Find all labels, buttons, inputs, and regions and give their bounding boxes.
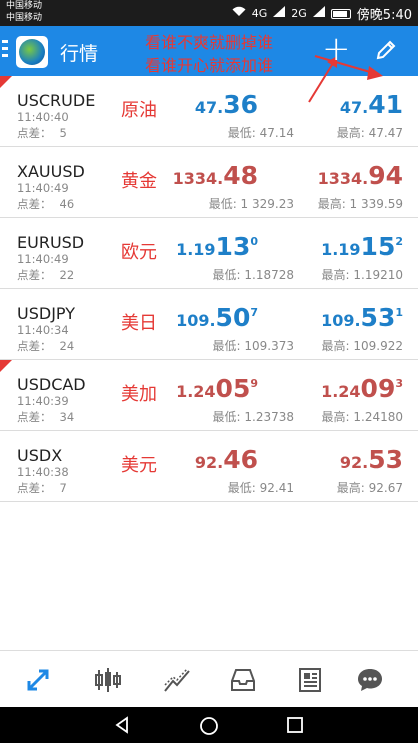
signal-icon-2 [312,6,325,21]
ask-price: 1.24093 [321,374,403,403]
low-price: 最低: 1 329.23 [208,197,294,211]
metatrader-logo-icon[interactable] [16,36,48,68]
quote-row[interactable]: USDCAD 11:40:39 点差： 34 美加 1.24059 1.24093… [0,360,418,431]
home-icon[interactable] [199,716,219,740]
symbol-name: XAUUSD [17,162,85,181]
high-price: 最高: 47.47 [336,126,403,140]
recent-apps-icon[interactable] [286,716,304,738]
high-price: 最高: 1 339.59 [317,197,403,211]
spread-text: 点差： 46 [17,197,75,211]
bid-price: 109.507 [176,303,258,332]
symbol-name: USDCAD [17,375,86,394]
spread-text: 点差： 22 [17,268,75,282]
quote-row[interactable]: XAUUSD 11:40:49 点差： 46 黄金 1334.48 1334.94… [0,147,418,218]
quotes-arrows-icon[interactable] [23,665,53,695]
status-bar: 中国移动 中国移动 4G 2G 傍晚5:40 [0,0,418,26]
bid-price: 1.19130 [176,232,258,261]
ask-price: 47.41 [339,90,403,119]
bid-price: 92.46 [194,445,258,474]
high-price: 最高: 1.19210 [321,268,403,282]
clock-text: 傍晚5:40 [356,8,412,23]
back-icon[interactable] [113,716,131,738]
network-2g-label: 2G [291,7,307,20]
bid-price: 1.24059 [176,374,258,403]
add-symbol-button[interactable]: + [322,32,351,66]
ask-price: 1.19152 [321,232,403,261]
trade-trend-icon[interactable] [162,665,192,695]
network-4g-label: 4G [251,7,268,20]
bid-price: 1334.48 [172,161,258,190]
bid-price: 47.36 [194,90,258,119]
low-price: 最低: 109.373 [212,339,294,353]
quote-time: 11:40:49 [17,181,69,195]
symbol-name: USDX [17,446,63,465]
low-price: 最低: 1.18728 [212,268,294,282]
app-bar: 行情 看谁不爽就删掉谁 看谁开心就添加谁 + [0,26,418,103]
chinese-name: 欧元 [121,242,157,263]
carrier-2: 中国移动 [6,13,43,23]
symbol-name: USDJPY [17,304,75,323]
low-price: 最低: 47.14 [227,126,294,140]
quote-row[interactable]: EURUSD 11:40:49 点差： 22 欧元 1.19130 1.19152… [0,218,418,289]
signal-icon [273,6,286,21]
quote-row[interactable]: USDX 11:40:38 点差： 7 美元 92.46 92.53 最低: 92… [0,431,418,502]
quote-time: 11:40:34 [17,323,69,337]
battery-icon [330,8,351,19]
quote-time: 11:40:49 [17,252,69,266]
spread-text: 点差： 7 [17,481,67,495]
quote-row[interactable]: USCRUDE 11:40:40 点差： 5 原油 47.36 47.41 最低:… [0,76,418,147]
symbol-name: USCRUDE [17,91,96,110]
chinese-name: 美日 [121,313,157,334]
ask-price: 109.531 [321,303,403,332]
annotation-text-2: 看谁开心就添加谁 [145,56,274,75]
low-price: 最低: 92.41 [227,481,294,495]
high-price: 最高: 109.922 [321,339,403,353]
annotation-text-1: 看谁不爽就删掉谁 [145,33,274,52]
alert-flag-icon [0,76,12,88]
bottom-navigation [0,650,418,707]
chinese-name: 原油 [121,100,157,121]
chat-bubble-icon[interactable] [355,665,385,695]
wifi-icon [232,6,246,21]
quote-time: 11:40:40 [17,110,69,124]
chinese-name: 美元 [121,455,157,476]
carrier-1: 中国移动 [6,1,43,11]
quote-row[interactable]: USDJPY 11:40:34 点差： 24 美日 109.507 109.531… [0,289,418,360]
alert-flag-icon [0,360,12,372]
news-icon[interactable] [295,665,325,695]
high-price: 最高: 1.24180 [321,410,403,424]
candlestick-chart-icon[interactable] [93,665,123,695]
spread-text: 点差： 24 [17,339,75,353]
quote-time: 11:40:38 [17,465,69,479]
low-price: 最低: 1.23738 [212,410,294,424]
spread-text: 点差： 34 [17,410,75,424]
quote-list: USCRUDE 11:40:40 点差： 5 原油 47.36 47.41 最低:… [0,76,418,502]
quote-time: 11:40:39 [17,394,69,408]
chinese-name: 美加 [121,384,157,405]
page-title: 行情 [60,43,99,65]
edit-pencil-icon[interactable] [374,38,398,66]
menu-icon[interactable] [2,40,12,60]
ask-price: 1334.94 [317,161,403,190]
symbol-name: EURUSD [17,233,85,252]
spread-text: 点差： 5 [17,126,67,140]
chinese-name: 黄金 [121,171,157,192]
system-navigation-bar [0,707,418,743]
history-inbox-icon[interactable] [228,665,258,695]
ask-price: 92.53 [339,445,403,474]
high-price: 最高: 92.67 [336,481,403,495]
